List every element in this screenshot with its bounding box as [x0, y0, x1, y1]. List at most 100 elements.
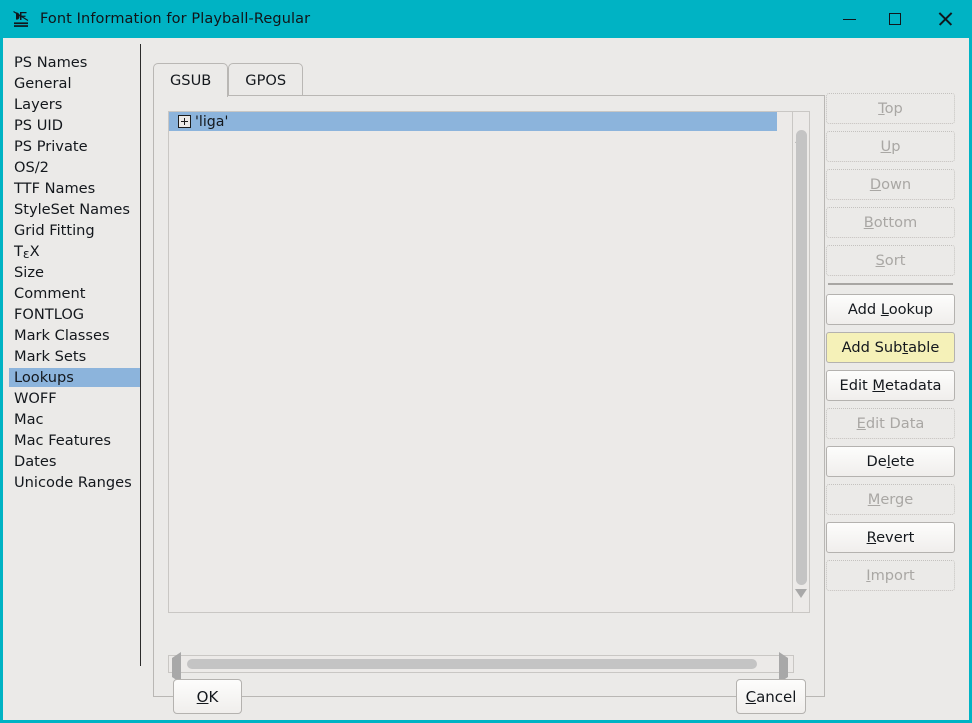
section-list: PS Names General Layers PS UID PS Private OS/…	[3, 38, 141, 678]
horizontal-scroll-thumb[interactable]	[187, 659, 757, 669]
sidebar-item-label: Mark Sets	[14, 348, 87, 365]
sidebar-item-lookups[interactable]: Lookups	[9, 368, 141, 387]
sidebar-item-label: Mac Features	[14, 432, 111, 449]
sidebar-item-label: TTF Names	[14, 180, 96, 197]
top-button: Top	[826, 93, 955, 124]
add-subtable-button[interactable]: Add Subtable	[826, 332, 955, 363]
sidebar-item-mark-sets[interactable]: Mark Sets	[11, 347, 89, 366]
sidebar-item-label: WOFF	[14, 390, 57, 407]
sidebar-item-comment[interactable]: Comment	[11, 284, 89, 303]
down-button: Down	[826, 169, 955, 200]
sidebar-item-ps-private[interactable]: PS Private	[11, 137, 91, 156]
sidebar-item-label: Comment	[14, 285, 86, 302]
vertical-scrollbar[interactable]	[792, 111, 810, 617]
maximize-icon	[889, 13, 901, 25]
scroll-left-arrow-icon[interactable]	[172, 652, 183, 683]
sidebar-item-grid-fitting[interactable]: Grid Fitting	[11, 221, 98, 240]
sidebar-item-mac-features[interactable]: Mac Features	[11, 431, 114, 450]
sidebar-item-ttf-names[interactable]: TTF Names	[11, 179, 98, 198]
font-information-dialog: Font Information for Playball-Regular PS…	[0, 0, 972, 723]
sidebar-item-ps-uid[interactable]: PS UID	[11, 116, 66, 135]
lookup-actions: Top Up Down Bottom Sort Add Lookup Add Subtabl…	[826, 93, 955, 598]
sidebar-item-dates[interactable]: Dates	[11, 452, 59, 471]
revert-button[interactable]: Revert	[826, 522, 955, 553]
sidebar-item-layers[interactable]: Layers	[11, 95, 65, 114]
horizontal-scrollbar[interactable]	[168, 652, 794, 683]
window-title: Font Information for Playball-Regular	[40, 11, 311, 27]
sidebar-item-label: StyleSet Names	[14, 201, 130, 218]
button-label: Revert	[866, 529, 915, 546]
close-icon	[938, 12, 952, 26]
plus-box-icon[interactable]	[178, 115, 191, 128]
delete-button[interactable]: Delete	[826, 446, 955, 477]
sidebar-item-styleset-names[interactable]: StyleSet Names	[11, 200, 133, 219]
bottom-button: Bottom	[826, 207, 955, 238]
button-label: Down	[869, 176, 912, 193]
sidebar-item-label: Mark Classes	[14, 327, 110, 344]
sidebar-item-general[interactable]: General	[11, 74, 75, 93]
button-label: Up	[880, 138, 901, 155]
tab-strip: GSUB GPOS	[153, 60, 825, 97]
tab-content-gsub: 'liga'	[153, 95, 825, 697]
button-label: Sort	[875, 252, 906, 269]
button-label: Add Lookup	[847, 301, 934, 318]
button-label: Top	[878, 100, 903, 117]
ok-button-label: OK	[196, 687, 219, 706]
vertical-scroll-thumb[interactable]	[796, 130, 807, 585]
list-item[interactable]: 'liga'	[169, 112, 777, 131]
maximize-button[interactable]	[872, 0, 918, 38]
sidebar-item-label: TεX	[14, 243, 40, 261]
add-lookup-button[interactable]: Add Lookup	[826, 294, 955, 325]
up-button: Up	[826, 131, 955, 162]
sidebar-item-label: PS UID	[14, 117, 63, 134]
sidebar-item-ps-names[interactable]: PS Names	[11, 53, 90, 72]
sort-button: Sort	[826, 245, 955, 276]
lookup-name: 'liga'	[195, 113, 229, 130]
window-controls	[826, 0, 972, 38]
sidebar-item-label: OS/2	[14, 159, 49, 176]
cancel-button-label: Cancel	[745, 687, 797, 706]
cancel-button[interactable]: Cancel	[736, 679, 806, 714]
sidebar-item-label: Layers	[14, 96, 63, 113]
minimize-icon	[842, 18, 856, 20]
sidebar-item-label: Mac	[14, 411, 44, 428]
sidebar-item-size[interactable]: Size	[11, 263, 47, 282]
sidebar-item-mark-classes[interactable]: Mark Classes	[11, 326, 113, 345]
sidebar-item-unicode-ranges[interactable]: Unicode Ranges	[11, 473, 135, 492]
scroll-right-arrow-icon[interactable]	[779, 652, 790, 683]
tab-gsub[interactable]: GSUB	[153, 63, 229, 97]
button-label: Add Subtable	[841, 339, 940, 356]
sidebar-item-woff[interactable]: WOFF	[11, 389, 60, 408]
edit-data-button: Edit Data	[826, 408, 955, 439]
button-label: Bottom	[863, 214, 918, 231]
sidebar-item-label: General	[14, 75, 72, 92]
sidebar-item-label: Dates	[14, 453, 57, 470]
button-label: Delete	[866, 453, 915, 470]
sidebar-item-label: Grid Fitting	[14, 222, 95, 239]
button-label: Import	[866, 567, 915, 584]
minimize-button[interactable]	[826, 0, 872, 38]
sidebar-item-os-2[interactable]: OS/2	[11, 158, 52, 177]
sidebar-item-label: Size	[14, 264, 44, 281]
lookup-list[interactable]: 'liga'	[168, 111, 794, 613]
sidebar-item-label: PS Names	[14, 54, 88, 71]
tab-gpos[interactable]: GPOS	[228, 63, 304, 96]
sidebar-item-fontlog[interactable]: FONTLOG	[11, 305, 87, 324]
sidebar-item-label: Lookups	[14, 369, 74, 386]
sidebar-item-label: PS Private	[14, 138, 88, 155]
fontforge-icon	[11, 9, 31, 29]
sidebar-item-label: FONTLOG	[14, 306, 85, 323]
scroll-down-arrow-icon[interactable]	[795, 589, 807, 617]
scroll-up-arrow-icon[interactable]	[795, 115, 807, 143]
sidebar-item-mac[interactable]: Mac	[11, 410, 47, 429]
ok-button[interactable]: OK	[173, 679, 242, 714]
sidebar-divider	[140, 44, 141, 666]
title-bar: Font Information for Playball-Regular	[0, 0, 972, 38]
button-label: Edit Data	[856, 415, 925, 432]
sidebar-item-label: Unicode Ranges	[14, 474, 132, 491]
edit-metadata-button[interactable]: Edit Metadata	[826, 370, 955, 401]
close-button[interactable]	[918, 0, 972, 38]
sidebar-item-tex[interactable]: TεX	[11, 242, 43, 261]
lookups-panel: GSUB GPOS 'liga'	[153, 60, 825, 697]
merge-button: Merge	[826, 484, 955, 515]
